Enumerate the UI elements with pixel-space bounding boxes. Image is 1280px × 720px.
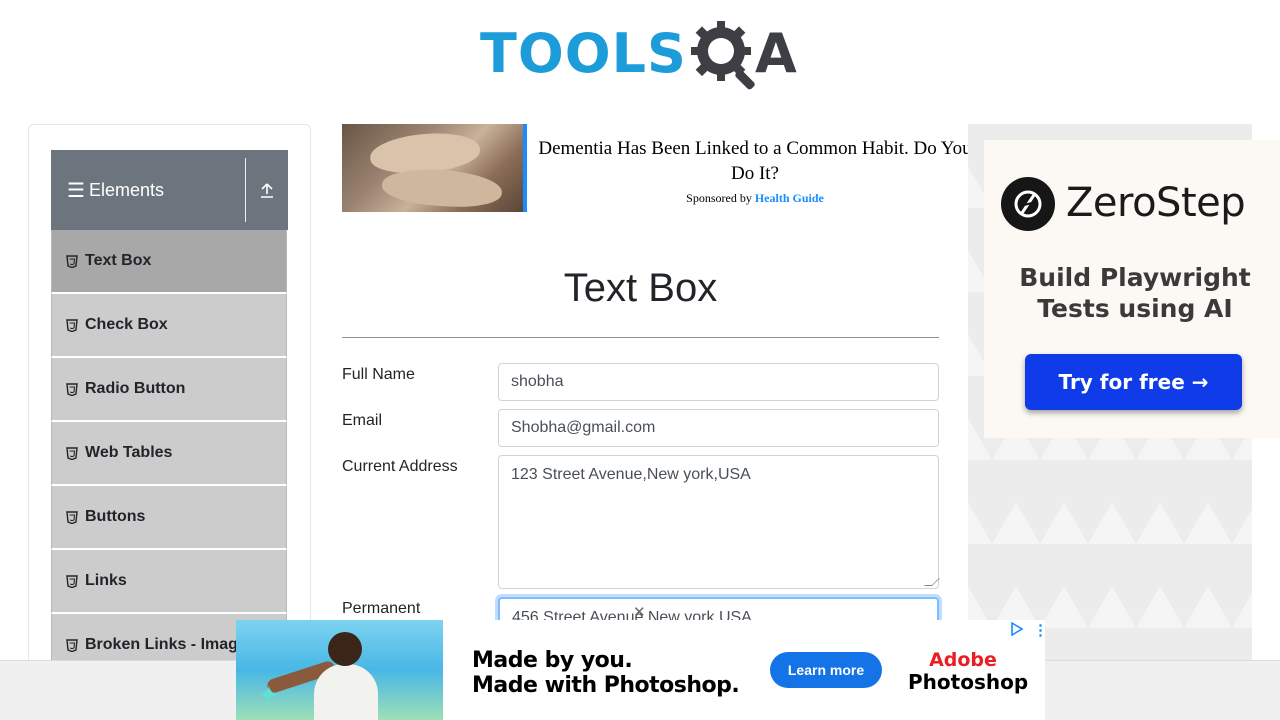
hamburger-icon: ☰ [67, 179, 85, 202]
sponsored-ad-top[interactable]: Dementia Has Been Linked to a Common Hab… [342, 124, 982, 212]
ad-sponsor-line: Sponsored by Health Guide [535, 191, 975, 206]
email-input[interactable]: Shobha@gmail.com [498, 409, 939, 447]
resize-handle[interactable] [924, 578, 940, 586]
sidebar-item-buttons[interactable]: Buttons [51, 486, 287, 550]
sidebar-item-label: Broken Links - Images [85, 636, 256, 653]
sidebar-item-text-box[interactable]: Text Box [51, 230, 287, 294]
sidebar-item-label: Radio Button [85, 380, 186, 397]
zerostep-logo-icon [1001, 177, 1055, 231]
close-ad-icon[interactable]: ✕ [633, 603, 646, 621]
toolsqa-logo[interactable]: TOOLS A [480, 14, 798, 94]
adobe-photoshop-logo: Adobe Photoshop [908, 649, 1029, 694]
full-name-value: shobha [511, 373, 564, 390]
ad-headline[interactable]: Dementia Has Been Linked to a Common Hab… [535, 136, 975, 186]
sponsored-by-label: Sponsored by [686, 191, 752, 205]
ad-image-shape [380, 165, 504, 211]
elements-group-title[interactable]: ☰ Elements [51, 150, 245, 230]
sidebar-item-label: Web Tables [85, 444, 173, 461]
bottom-ad-banner[interactable]: ✦ Made by you. Made with Photoshop. Lear… [236, 620, 1045, 720]
logo-text-a: A [754, 22, 798, 85]
try-for-free-button[interactable]: Try for free → [1025, 354, 1242, 410]
ad-image[interactable] [342, 124, 523, 212]
ad-photo-shape [328, 632, 362, 666]
sidebar-item-links[interactable]: Links [51, 550, 287, 614]
html5-icon [66, 254, 78, 268]
logo-text-tools: TOOLS [480, 22, 687, 85]
elements-group-header[interactable]: ☰ Elements [51, 150, 288, 230]
current-address-textarea[interactable]: 123 Street Avenue,New york,USA [498, 455, 940, 589]
html5-icon [66, 382, 78, 396]
collapse-icon[interactable] [246, 150, 288, 230]
gear-magnifier-icon [690, 21, 755, 90]
email-label: Email [342, 412, 383, 429]
zerostep-brand: ZeroStep [1066, 180, 1246, 226]
html5-icon [66, 574, 78, 588]
full-name-input[interactable]: shobha [498, 363, 939, 401]
page: TOOLS A ☰ Elements Text Box Check Box Ra… [0, 0, 1280, 720]
html5-icon [66, 638, 78, 652]
ad-slogan-line1: Made by you. [472, 648, 633, 673]
permanent-address-label: Permanent [342, 600, 421, 617]
upload-arrow-icon [261, 183, 273, 198]
current-address-label: Current Address [342, 458, 458, 475]
sidebar-item-label: Links [85, 572, 127, 589]
brand-line2: Photoshop [908, 670, 1029, 694]
sidebar-item-label: Check Box [85, 316, 168, 333]
ad-slogan-line2: Made with Photoshop. [472, 673, 740, 698]
sidebar-item-label: Text Box [85, 252, 152, 269]
sidebar-item-web-tables[interactable]: Web Tables [51, 422, 287, 486]
ad-photo-shape [314, 664, 378, 720]
html5-icon [66, 446, 78, 460]
full-name-label: Full Name [342, 366, 415, 383]
ad-photo[interactable]: ✦ [236, 620, 443, 720]
page-title: Text Box [563, 266, 718, 310]
sidebar-item-radio-button[interactable]: Radio Button [51, 358, 287, 422]
ad-slogan: Made by you. Made with Photoshop. [472, 648, 740, 698]
html5-icon [66, 318, 78, 332]
sponsor-name[interactable]: Health Guide [755, 191, 824, 205]
current-address-value: 123 Street Avenue,New york,USA [511, 466, 751, 483]
email-value: Shobha@gmail.com [511, 419, 656, 436]
ad-accent-bar [523, 124, 527, 212]
zerostep-tagline: Build Playwright Tests using AI [1019, 263, 1251, 323]
sidebar-item-label: Buttons [85, 508, 146, 525]
more-options-icon[interactable]: ⋮ [1033, 621, 1045, 639]
group-title-label: Elements [88, 179, 164, 200]
learn-more-button[interactable]: Learn more [770, 652, 882, 688]
html5-icon [66, 510, 78, 524]
elements-menu-list: Text Box Check Box Radio Button Web Tabl… [51, 230, 287, 678]
header-divider [245, 158, 246, 222]
adchoices-icon[interactable] [1010, 621, 1024, 639]
sidebar-item-check-box[interactable]: Check Box [51, 294, 287, 358]
sparkle-icon: ✦ [258, 680, 280, 710]
heading-divider [342, 337, 939, 338]
brand-line1: Adobe [929, 649, 997, 671]
